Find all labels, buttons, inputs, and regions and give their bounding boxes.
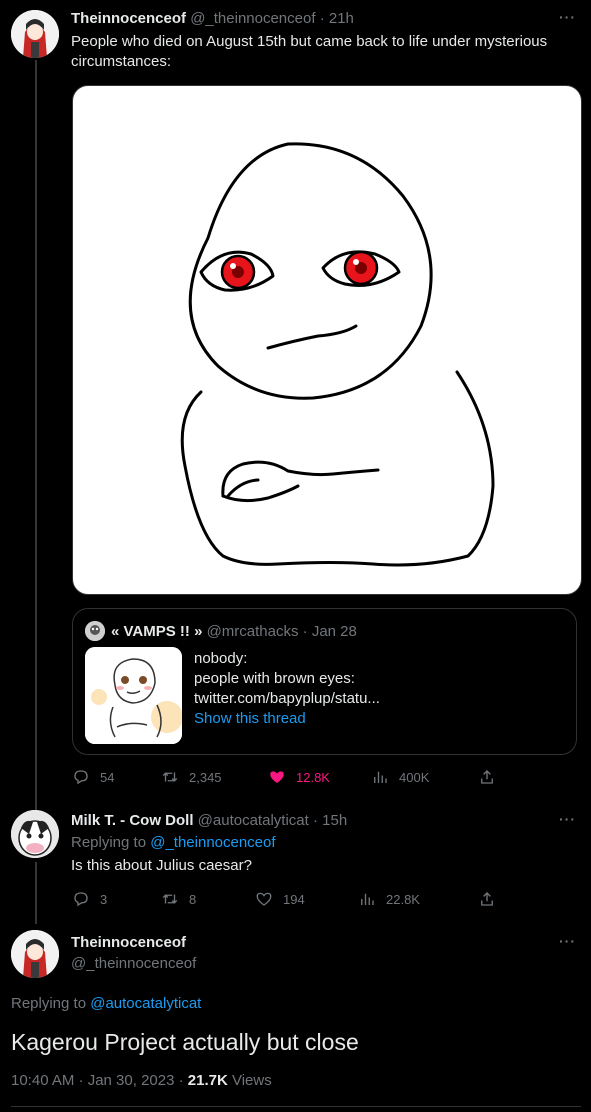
quote-thumbnail — [85, 647, 182, 744]
timestamp[interactable]: · 15h — [313, 812, 347, 829]
divider — [11, 1106, 581, 1107]
tweet-actions: 3 8 194 22.8K — [72, 890, 582, 910]
views-button[interactable]: 22.8K — [358, 890, 420, 908]
show-thread-link[interactable]: Show this thread — [194, 709, 380, 729]
more-icon[interactable]: ··· — [559, 9, 576, 25]
quote-header: « VAMPS !! » @mrcathacks · Jan 28 — [111, 622, 357, 642]
display-name[interactable]: Theinnocenceof — [71, 10, 186, 27]
share-button[interactable] — [478, 768, 496, 786]
timestamp[interactable]: 10:40 AM · Jan 30, 2023 · — [11, 1072, 188, 1089]
reply-icon — [74, 770, 88, 785]
tweet-header: Milk T. - Cow Doll @autocatalyticat · 15… — [71, 811, 347, 831]
handle[interactable]: @_theinnocenceof — [190, 10, 315, 27]
quote-handle: @mrcathacks — [206, 623, 299, 640]
more-icon[interactable]: ··· — [559, 933, 576, 949]
replying-to-label: Replying to — [71, 834, 147, 851]
reply-button[interactable]: 54 — [72, 768, 114, 786]
retweet-icon — [162, 772, 178, 782]
quote-display-name: « VAMPS !! » — [111, 623, 203, 640]
share-icon — [481, 892, 493, 906]
views-label: Views — [227, 1072, 272, 1089]
reply-icon — [74, 892, 88, 907]
display-name[interactable]: Milk T. - Cow Doll — [71, 812, 194, 829]
replying-to: Replying to @autocatalyticat — [11, 994, 201, 1014]
replying-to-link[interactable]: @autocatalyticat — [90, 995, 201, 1012]
heart-icon — [256, 892, 272, 906]
retweet-button[interactable]: 8 — [161, 890, 196, 908]
share-button[interactable] — [478, 890, 496, 908]
retweet-button[interactable]: 2,345 — [161, 768, 222, 786]
quote-line: nobody: — [194, 650, 248, 667]
reply-count: 3 — [100, 891, 108, 907]
avatar[interactable] — [11, 10, 59, 58]
thread-line — [35, 862, 37, 924]
like-count: 12.8K — [296, 769, 330, 785]
tweet-header: Theinnocenceof @_theinnocenceof · 21h — [71, 9, 354, 29]
quote-line: people with brown eyes: — [194, 670, 355, 687]
views-button[interactable]: 400K — [371, 768, 429, 786]
tweet-image[interactable] — [72, 85, 582, 595]
quote-link[interactable]: twitter.com/bapyplup/statu... — [194, 689, 380, 709]
avatar[interactable] — [11, 930, 59, 978]
handle[interactable]: @_theinnocenceof — [71, 954, 196, 974]
display-name[interactable]: Theinnocenceof — [71, 933, 186, 953]
heart-icon — [270, 771, 284, 783]
timestamp[interactable]: · 21h — [320, 10, 354, 27]
tweet-text: Kagerou Project actually but close — [11, 1029, 359, 1055]
share-icon — [481, 770, 493, 784]
tweet-text: Is this about Julius caesar? — [71, 857, 252, 874]
views-count: 400K — [399, 769, 430, 785]
retweet-count: 8 — [189, 891, 197, 907]
views-icon — [374, 771, 387, 783]
tweet-text: People who died on August 15th but came … — [71, 33, 548, 70]
retweet-icon — [162, 894, 178, 904]
handle[interactable]: @autocatalyticat — [198, 812, 309, 829]
reply-button[interactable]: 3 — [72, 890, 107, 908]
retweet-count: 2,345 — [189, 769, 222, 785]
views-count: 21.7K — [187, 1072, 228, 1089]
avatar[interactable] — [11, 810, 59, 858]
quote-tweet[interactable]: « VAMPS !! » @mrcathacks · Jan 28 nobody… — [72, 608, 577, 755]
views-icon — [361, 893, 374, 905]
replying-to: Replying to @_theinnocenceof — [71, 833, 276, 853]
like-button[interactable]: 12.8K — [268, 768, 330, 786]
like-count: 194 — [283, 891, 305, 907]
tweet-meta: 10:40 AM · Jan 30, 2023 · 21.7K Views — [11, 1071, 272, 1091]
tweet-actions: 54 2,345 12.8K 400K — [72, 768, 582, 788]
like-button[interactable]: 194 — [255, 890, 305, 908]
meme-drawing — [180, 142, 495, 567]
reply-count: 54 — [100, 769, 115, 785]
replying-to-label: Replying to — [11, 995, 87, 1012]
replying-to-link[interactable]: @_theinnocenceof — [150, 834, 275, 851]
views-count: 22.8K — [386, 891, 420, 907]
display-name-text: Theinnocenceof — [71, 934, 187, 951]
more-icon[interactable]: ··· — [559, 811, 576, 827]
quote-avatar — [85, 621, 105, 641]
quote-timestamp: · Jan 28 — [302, 623, 357, 640]
thread-line — [35, 60, 37, 812]
quote-text: nobody: people with brown eyes: twitter.… — [194, 649, 380, 729]
